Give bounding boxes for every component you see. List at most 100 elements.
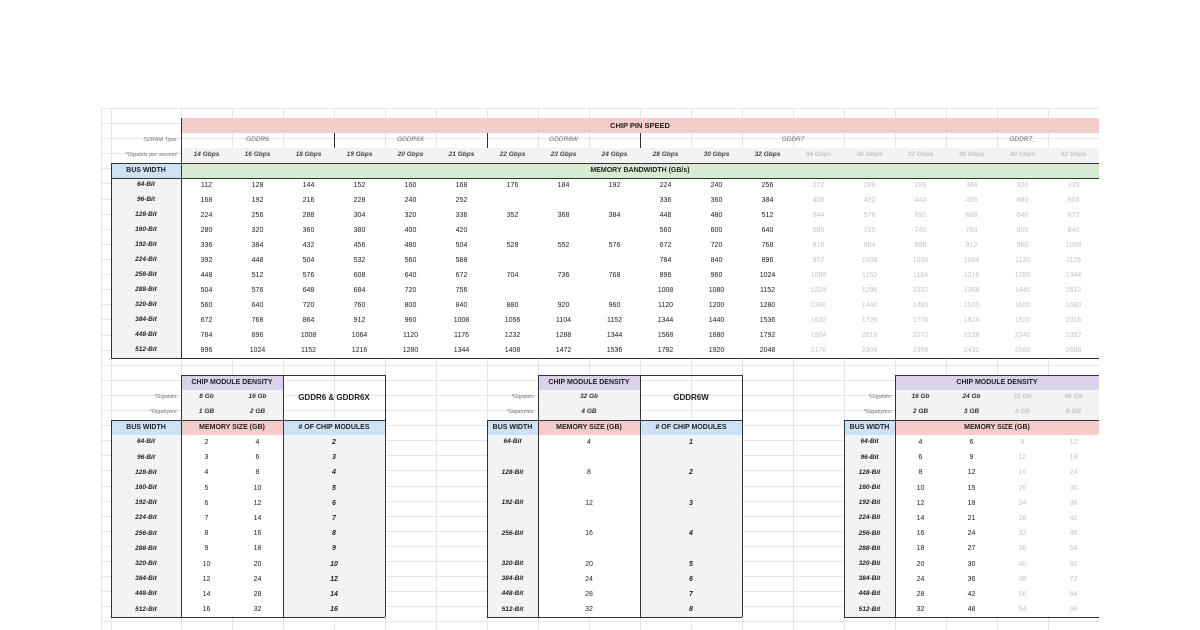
bandwidth-cell[interactable]: 320 [232,223,283,238]
memory-size-cell[interactable]: 48 [997,571,1048,587]
bandwidth-cell[interactable]: 2072 [895,328,946,343]
bandwidth-cell[interactable]: 228 [334,193,385,208]
memory-size-cell[interactable]: 28 [232,587,283,603]
memory-size-cell[interactable]: 28 [538,587,640,603]
chip-count-cell[interactable]: 6 [640,571,742,587]
memory-size-cell[interactable]: 32 [895,602,946,618]
bandwidth-cell[interactable]: 532 [334,253,385,268]
bandwidth-cell[interactable]: 2048 [742,343,793,358]
bandwidth-cell[interactable]: 360 [691,193,742,208]
bandwidth-cell[interactable]: 740 [895,223,946,238]
memory-size-cell[interactable]: 40 [997,556,1048,572]
bandwidth-cell[interactable]: 420 [436,223,487,238]
memory-size-cell[interactable]: 5 [181,480,232,496]
bandwidth-cell[interactable]: 960 [691,268,742,283]
chip-count-cell[interactable]: 1 [640,435,742,451]
memory-size-cell[interactable]: 24 [997,495,1048,511]
memory-size-cell[interactable]: 16 [538,526,640,542]
bandwidth-cell[interactable]: 176 [487,178,538,193]
memory-size-cell[interactable]: 20 [232,556,283,572]
memory-size-cell[interactable]: 24 [1048,465,1099,481]
memory-size-cell[interactable]: 42 [1048,511,1099,527]
bandwidth-cell[interactable]: 432 [283,238,334,253]
memory-size-cell[interactable]: 8 [181,526,232,542]
bandwidth-cell[interactable]: 512 [742,208,793,223]
bandwidth-cell[interactable]: 448 [232,253,283,268]
bandwidth-cell[interactable]: 1536 [742,313,793,328]
bandwidth-cell[interactable]: 784 [181,328,232,343]
memory-size-cell[interactable]: 28 [895,587,946,603]
chip-count-cell[interactable]: 8 [283,526,385,542]
bandwidth-cell[interactable]: 1480 [895,298,946,313]
bandwidth-cell[interactable]: 272 [793,178,844,193]
memory-size-cell[interactable]: 32 [997,526,1048,542]
bandwidth-cell[interactable]: 912 [946,238,997,253]
bandwidth-cell[interactable]: 588 [436,253,487,268]
memory-size-cell[interactable]: 2 [181,435,232,451]
bandwidth-cell[interactable]: 2304 [844,343,895,358]
bandwidth-cell[interactable]: 352 [487,208,538,223]
bandwidth-cell[interactable] [538,193,589,208]
memory-size-cell[interactable]: 8 [997,435,1048,451]
bandwidth-cell[interactable]: 504 [181,283,232,298]
bandwidth-cell[interactable]: 1104 [538,313,589,328]
bandwidth-cell[interactable]: 680 [793,223,844,238]
bandwidth-cell[interactable]: 128 [232,178,283,193]
bandwidth-cell[interactable]: 1280 [997,268,1048,283]
bandwidth-cell[interactable]: 608 [334,268,385,283]
bandwidth-cell[interactable] [487,283,538,298]
bandwidth-cell[interactable]: 360 [283,223,334,238]
bandwidth-cell[interactable]: 888 [895,238,946,253]
bandwidth-cell[interactable] [589,253,640,268]
bandwidth-cell[interactable]: 144 [283,178,334,193]
bandwidth-cell[interactable]: 720 [844,223,895,238]
bandwidth-cell[interactable]: 912 [334,313,385,328]
bandwidth-cell[interactable]: 2352 [1048,328,1099,343]
bandwidth-cell[interactable]: 544 [793,208,844,223]
chip-count-cell[interactable]: 5 [283,480,385,496]
bandwidth-cell[interactable]: 600 [691,223,742,238]
bandwidth-cell[interactable]: 336 [1048,178,1099,193]
bandwidth-cell[interactable]: 1008 [1048,238,1099,253]
bandwidth-cell[interactable]: 576 [589,238,640,253]
bandwidth-cell[interactable]: 1904 [793,328,844,343]
memory-size-cell[interactable]: 14 [181,587,232,603]
bandwidth-cell[interactable]: 756 [436,283,487,298]
bandwidth-cell[interactable]: 864 [844,238,895,253]
bandwidth-cell[interactable]: 384 [742,193,793,208]
bandwidth-cell[interactable]: 320 [385,208,436,223]
memory-size-cell[interactable]: 60 [1048,556,1099,572]
bandwidth-cell[interactable]: 1064 [334,328,385,343]
bandwidth-cell[interactable]: 1152 [844,268,895,283]
chip-count-cell[interactable]: 6 [283,495,385,511]
bandwidth-cell[interactable]: 1792 [742,328,793,343]
bandwidth-cell[interactable]: 1296 [844,283,895,298]
bandwidth-cell[interactable]: 256 [232,208,283,223]
chip-count-cell[interactable]: 5 [640,556,742,572]
bandwidth-cell[interactable]: 1120 [997,253,1048,268]
bandwidth-cell[interactable]: 672 [640,238,691,253]
memory-size-cell[interactable]: 8 [895,465,946,481]
chip-count-cell[interactable] [640,541,742,557]
memory-size-cell[interactable]: 48 [946,602,997,618]
bandwidth-cell[interactable]: 760 [334,298,385,313]
bandwidth-cell[interactable]: 392 [181,253,232,268]
memory-size-cell[interactable]: 64 [997,602,1048,618]
bandwidth-cell[interactable]: 1200 [691,298,742,313]
chip-count-cell[interactable] [640,450,742,466]
bandwidth-cell[interactable]: 384 [232,238,283,253]
bandwidth-cell[interactable]: 432 [844,193,895,208]
memory-size-cell[interactable]: 6 [232,450,283,466]
bandwidth-cell[interactable]: 1472 [538,343,589,358]
bandwidth-cell[interactable]: 560 [385,253,436,268]
bandwidth-cell[interactable] [487,223,538,238]
memory-size-cell[interactable]: 32 [232,602,283,618]
memory-size-cell[interactable]: 16 [895,526,946,542]
bandwidth-cell[interactable]: 384 [589,208,640,223]
bandwidth-cell[interactable]: 1920 [691,343,742,358]
bandwidth-cell[interactable]: 672 [1048,208,1099,223]
bandwidth-cell[interactable]: 768 [589,268,640,283]
bandwidth-cell[interactable]: 336 [436,208,487,223]
spreadsheet-grid[interactable]: CHIP PIN SPEED SDRAM Type: *Gigabits per s… [101,108,1099,630]
bandwidth-cell[interactable]: 400 [385,223,436,238]
